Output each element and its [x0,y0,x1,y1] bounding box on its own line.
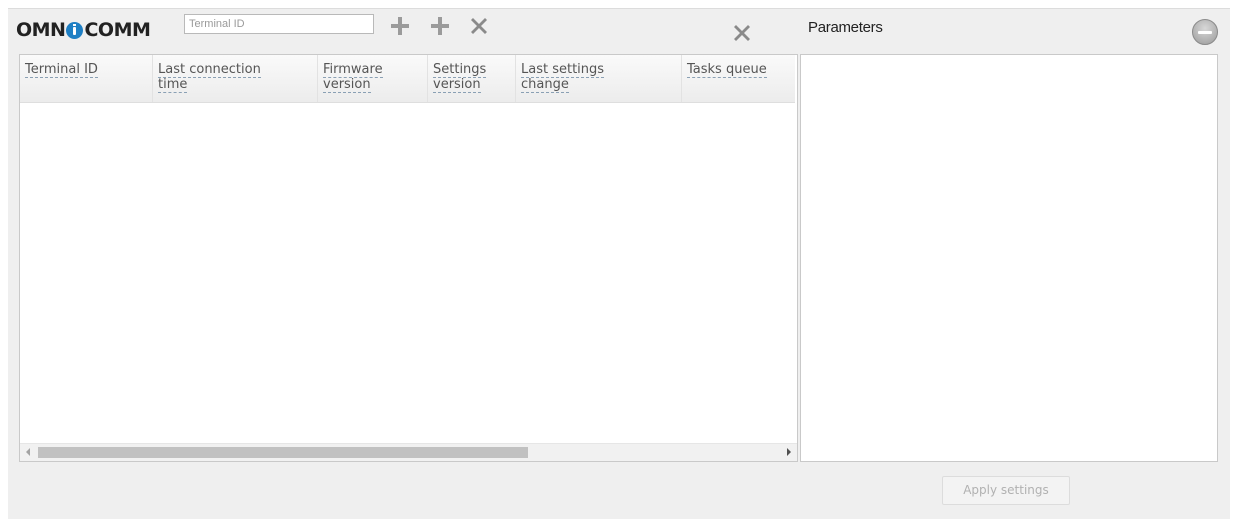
column-header-label: Last connection [158,62,261,78]
column-header-label: Tasks queue [687,62,767,78]
logo-info-icon [66,21,84,39]
clear-parameters-button[interactable] [731,22,753,44]
grid-header: Terminal ID Last connection time Firmwar… [20,55,795,103]
column-header-last-settings-change[interactable]: Last settings change [516,55,682,102]
delete-terminal-button[interactable] [468,15,490,37]
delete-icon [471,18,487,34]
scroll-left-arrow-icon[interactable] [26,448,30,456]
collapse-panel-button[interactable] [1192,19,1218,45]
column-header-tasks-queue[interactable]: Tasks queue [682,55,795,102]
column-header-label: time [158,77,188,93]
terminals-grid: Terminal ID Last connection time Firmwar… [19,54,798,462]
column-header-last-connection[interactable]: Last connection time [153,55,318,102]
column-header-label: Settings [433,62,487,78]
scrollbar-thumb[interactable] [38,447,528,458]
column-header-label: Firmware [323,62,383,78]
parameters-panel [800,54,1218,462]
column-header-label: change [521,77,569,93]
app-frame: OMNCOMM Parameters Terminal ID Las [8,8,1230,519]
column-header-terminal-id[interactable]: Terminal ID [20,55,153,102]
apply-settings-button[interactable]: Apply settings [942,476,1070,505]
add-icon [431,17,449,35]
logo-text-left: OMN [16,19,66,41]
parameters-title: Parameters [808,19,883,36]
column-header-settings-version[interactable]: Settings version [428,55,516,102]
omnicomm-logo: OMN COMM [16,19,151,41]
close-icon [734,25,750,41]
add-group-button[interactable] [429,15,451,37]
column-header-label: version [433,77,481,93]
add-icon [391,17,409,35]
column-header-label: Last settings [521,62,605,78]
terminal-id-input[interactable] [184,14,374,34]
horizontal-scrollbar[interactable] [20,443,797,461]
column-header-label: Terminal ID [25,62,98,78]
add-terminal-button[interactable] [389,15,411,37]
column-header-label: version [323,77,371,93]
scroll-right-arrow-icon[interactable] [787,448,791,456]
column-header-firmware-version[interactable]: Firmware version [318,55,428,102]
logo-text-right: COMM [84,19,151,41]
